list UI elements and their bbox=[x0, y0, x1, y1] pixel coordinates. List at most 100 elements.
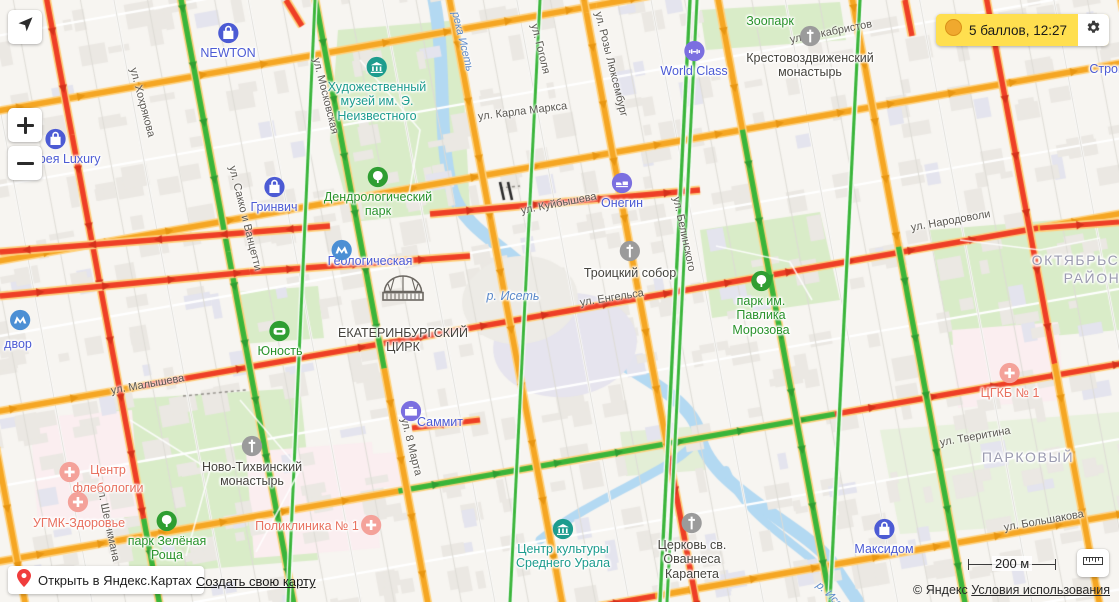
poi-dark[interactable]: Троицкий собор bbox=[583, 240, 677, 280]
tree-icon bbox=[750, 270, 772, 292]
poi-label: ПАРКОВЫЙ bbox=[981, 449, 1075, 465]
tree-icon bbox=[367, 166, 389, 188]
ruler-icon bbox=[1083, 554, 1103, 572]
map-pin-icon bbox=[17, 568, 31, 592]
poi-dark[interactable]: Ново-Тихвинский монастырь bbox=[201, 435, 303, 489]
map-widget[interactable]: ул. Хохрякова ул. Московская ул. Гоголя рек… bbox=[0, 0, 1119, 602]
poi-med[interactable]: ЦГКБ № 1 bbox=[980, 362, 1040, 400]
poi-label: Церковь св. Ованнеса Карапета bbox=[657, 538, 727, 581]
church-icon bbox=[619, 240, 641, 262]
poi-biz[interactable]: World Class bbox=[660, 40, 728, 78]
open-in-maps-label: Открыть в Яндекс.Картах bbox=[38, 572, 192, 588]
hospital-icon bbox=[59, 461, 81, 483]
copyright-mark: © Яндекс bbox=[913, 583, 968, 597]
poi-label: Художественный музей им. Э. Неизвестного bbox=[327, 80, 427, 123]
hospital-icon bbox=[360, 514, 382, 536]
poi-label: УГМК-Здоровье bbox=[32, 516, 126, 530]
poi-biz[interactable]: двор bbox=[4, 309, 32, 351]
poi-dark[interactable]: Крестовоздвиженский монастырь bbox=[746, 25, 874, 80]
shopping-bag-icon bbox=[263, 176, 285, 198]
stadium-icon bbox=[269, 320, 291, 342]
poi-label: World Class bbox=[660, 64, 728, 78]
poi-label: Поликлиника № 1 bbox=[255, 519, 359, 533]
poi-label: ОКТЯБРЬСКИЙ РАЙОН bbox=[1031, 252, 1119, 287]
open-in-yandex-maps-button[interactable]: Открыть в Яндекс.Картах bbox=[8, 566, 204, 594]
metro-icon bbox=[331, 239, 353, 261]
poi-label: Ново-Тихвинский монастырь bbox=[201, 460, 303, 489]
poi-biz[interactable]: Гринвич bbox=[250, 176, 298, 214]
poi-park[interactable]: парк им. Павлика Морозова bbox=[732, 270, 790, 337]
church-icon bbox=[681, 512, 703, 534]
traffic-score-label: 5 баллов, 12:27 bbox=[968, 22, 1067, 38]
copyright: © Яндекс Условия использования bbox=[913, 583, 1110, 597]
poi-label: Саммит bbox=[416, 415, 464, 429]
circus-icon bbox=[381, 274, 425, 302]
shopping-bag-icon bbox=[217, 22, 239, 44]
poi-label: Дендрологический парк bbox=[323, 190, 433, 219]
poi-label: Гринвич bbox=[250, 200, 298, 214]
poi-med[interactable]: УГМК-Здоровье bbox=[32, 491, 126, 530]
poi-teal[interactable]: Центр культуры Среднего Урала bbox=[516, 518, 610, 571]
traffic-indicator[interactable]: 5 баллов, 12:27 bbox=[935, 14, 1109, 46]
hospital-icon bbox=[67, 491, 89, 513]
poi-label: Центр культуры Среднего Урала bbox=[515, 542, 611, 571]
poi-dark[interactable]: ЕКАТЕРИНБУРГСКИЙ ЦИРК bbox=[338, 275, 468, 355]
create-own-map-link[interactable]: Создать свою карту bbox=[196, 574, 316, 589]
shopping-bag-icon bbox=[873, 518, 895, 540]
zoom-in-button[interactable]: + bbox=[8, 108, 42, 142]
scale-bar: 200 м bbox=[968, 556, 1056, 571]
poi-label: Строит bbox=[1089, 62, 1119, 76]
ruler-button[interactable] bbox=[1077, 549, 1109, 577]
poi-biz[interactable]: Максидом bbox=[854, 518, 914, 556]
poi-label: ЦГКБ № 1 bbox=[980, 386, 1040, 400]
poi-label: Онегин bbox=[600, 196, 644, 210]
gear-icon bbox=[1086, 20, 1101, 40]
tree-icon bbox=[156, 510, 178, 532]
navigation-arrow-icon bbox=[16, 15, 35, 39]
poi-biz[interactable]: Строит bbox=[1089, 60, 1119, 78]
poi-med[interactable]: Центр флебологии bbox=[59, 437, 143, 498]
poi-water[interactable]: р. Исеть bbox=[487, 287, 540, 305]
geolocate-button[interactable] bbox=[8, 10, 42, 44]
poi-teal[interactable]: Художественный музей им. Э. Неизвестного bbox=[327, 56, 427, 123]
poi-label: Юность bbox=[257, 344, 303, 358]
hotel-icon bbox=[611, 172, 633, 194]
scale-label: 200 м bbox=[992, 556, 1033, 571]
dumbbell-icon bbox=[683, 40, 705, 62]
museum-icon bbox=[552, 518, 574, 540]
poi-label: р. Исеть bbox=[486, 289, 540, 303]
poi-label: Зоопарк bbox=[746, 14, 794, 28]
poi-district[interactable]: ПАРКОВЫЙ bbox=[982, 449, 1074, 467]
traffic-settings-button[interactable] bbox=[1078, 14, 1109, 46]
poi-district[interactable]: ОКТЯБРЬСКИЙ РАЙОН bbox=[1032, 252, 1119, 289]
terms-of-use-link[interactable]: Условия использования bbox=[971, 583, 1110, 597]
poi-park[interactable]: Юность bbox=[257, 320, 303, 358]
poi-biz[interactable]: Саммит bbox=[400, 391, 464, 429]
poi-label: парк им. Павлика Морозова bbox=[732, 294, 790, 337]
poi-label: Максидом bbox=[854, 542, 914, 556]
shopping-bag-icon bbox=[45, 128, 67, 150]
poi-label: парк Зелёная Роща bbox=[127, 534, 207, 563]
poi-med[interactable]: Поликлиника № 1 bbox=[255, 493, 382, 536]
poi-label: двор bbox=[4, 337, 32, 351]
poi-park[interactable]: Дендрологический парк bbox=[324, 166, 432, 219]
scale-line: 200 м bbox=[968, 556, 1056, 571]
church-icon bbox=[799, 25, 821, 47]
briefcase-icon bbox=[400, 400, 422, 422]
poi-label: ЕКАТЕРИНБУРГСКИЙ ЦИРК bbox=[338, 326, 468, 355]
poi-dark[interactable]: Церковь св. Ованнеса Карапета bbox=[657, 512, 727, 581]
hospital-icon bbox=[999, 362, 1021, 384]
metro-icon bbox=[9, 309, 31, 331]
poi-park[interactable]: парк Зелёная Роща bbox=[127, 510, 207, 563]
poi-label: NEWTON bbox=[200, 46, 256, 60]
church-icon bbox=[241, 435, 263, 457]
poi-label: Крестовоздвиженский монастырь bbox=[746, 51, 874, 80]
traffic-ball-icon bbox=[944, 19, 962, 41]
poi-biz[interactable]: Онегин bbox=[601, 172, 643, 210]
museum-icon bbox=[366, 56, 388, 78]
poi-biz[interactable]: NEWTON bbox=[200, 22, 256, 60]
poi-label: Троицкий собор bbox=[583, 266, 677, 280]
poi-biz[interactable]: Геологическая bbox=[328, 230, 412, 268]
zoom-out-button[interactable]: − bbox=[8, 146, 42, 180]
traffic-score-button[interactable]: 5 баллов, 12:27 bbox=[935, 14, 1078, 46]
